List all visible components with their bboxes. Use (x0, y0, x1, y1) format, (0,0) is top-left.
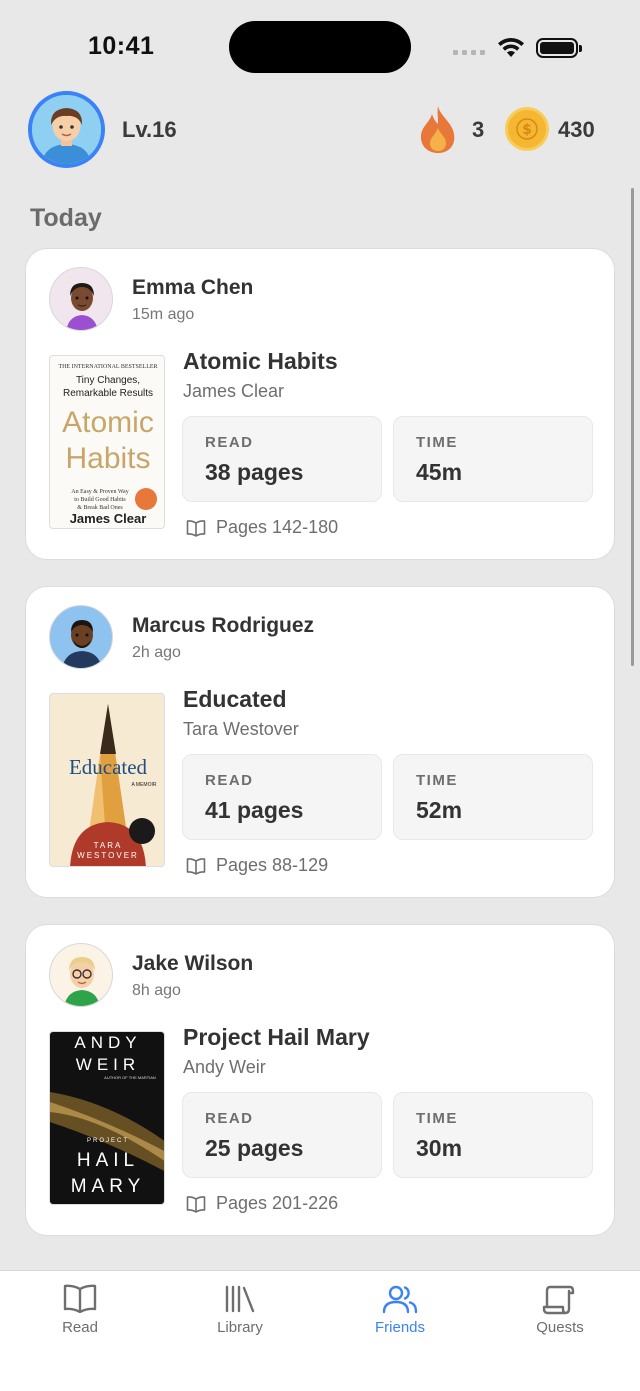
pages-read-value: 41 pages (205, 797, 304, 823)
tab-label: Read (62, 1319, 98, 1336)
reading-time-value: 30m (416, 1135, 463, 1161)
svg-text:WEIR: WEIR (76, 1055, 140, 1074)
friends-icon (382, 1285, 418, 1314)
svg-text:THE INTERNATIONAL BESTSELLER: THE INTERNATIONAL BESTSELLER (58, 364, 157, 370)
tab-label: Library (217, 1319, 263, 1336)
book-open-icon (186, 857, 206, 875)
page-range: Pages 88-129 (186, 855, 328, 876)
svg-text:Educated: Educated (69, 755, 148, 779)
user-level: Lv.16 (122, 117, 177, 142)
status-time: 10:41 (88, 32, 155, 60)
library-icon (225, 1285, 255, 1313)
svg-text:MARY: MARY (71, 1176, 146, 1197)
time-stat: TIME 52m (393, 754, 593, 840)
friend-avatar[interactable] (49, 943, 113, 1007)
svg-text:$: $ (522, 122, 532, 138)
book-author: Andy Weir (183, 1057, 266, 1077)
friend-name[interactable]: Marcus Rodriguez (132, 614, 314, 638)
stat-label: READ (205, 1110, 254, 1127)
page-range-text: Pages 88-129 (216, 855, 329, 875)
read-stat: READ 38 pages (182, 416, 382, 502)
page-range-text: Pages 142-180 (216, 517, 339, 537)
stat-label: TIME (416, 434, 458, 451)
book-title[interactable]: Educated (183, 686, 287, 713)
flame-icon (420, 106, 455, 153)
tab-bar: Read Library Friends Quests (0, 1270, 640, 1391)
page-range-text: Pages 201-226 (216, 1193, 339, 1213)
activity-card[interactable]: Marcus Rodriguez 2h ago Educated A MEMOI… (25, 586, 615, 898)
battery-icon (536, 38, 582, 58)
activity-card[interactable]: Jake Wilson 8h ago ANDY WEIR AUTHOR OF T… (25, 924, 615, 1236)
coin-icon: $ (505, 107, 549, 151)
svg-text:Habits: Habits (65, 442, 150, 475)
tab-friends[interactable]: Friends (340, 1283, 460, 1336)
svg-text:James Clear: James Clear (70, 511, 147, 526)
book-open-icon (186, 1195, 206, 1213)
friend-avatar[interactable] (49, 605, 113, 669)
book-author: Tara Westover (183, 719, 299, 739)
friend-name[interactable]: Emma Chen (132, 276, 253, 300)
stat-label: READ (205, 434, 254, 451)
user-avatar[interactable] (28, 91, 105, 168)
svg-text:ANDY: ANDY (74, 1033, 141, 1052)
streak-count: 3 (472, 117, 485, 142)
svg-text:AUTHOR OF THE MARTIAN: AUTHOR OF THE MARTIAN (104, 1075, 156, 1080)
read-stat: READ 41 pages (182, 754, 382, 840)
book-title[interactable]: Atomic Habits (183, 348, 338, 375)
time-stat: TIME 45m (393, 416, 593, 502)
book-cover[interactable]: THE INTERNATIONAL BESTSELLER Tiny Change… (49, 355, 165, 529)
activity-card[interactable]: Emma Chen 15m ago THE INTERNATIONAL BEST… (25, 248, 615, 560)
svg-text:TARA: TARA (94, 841, 123, 850)
activity-time: 15m ago (132, 306, 195, 323)
svg-text:A MEMOIR: A MEMOIR (131, 782, 156, 788)
tab-read[interactable]: Read (20, 1283, 140, 1336)
stat-label: READ (205, 772, 254, 789)
book-cover[interactable]: Educated A MEMOIR TARA WESTOVER (49, 693, 165, 867)
book-open-icon (186, 519, 206, 537)
page-range: Pages 201-226 (186, 1193, 338, 1214)
book-title[interactable]: Project Hail Mary (183, 1024, 370, 1051)
reading-time-value: 52m (416, 797, 463, 823)
svg-text:An Easy & Proven Way: An Easy & Proven Way (71, 489, 128, 495)
cellular-signal-icon (453, 50, 485, 55)
activity-time: 2h ago (132, 644, 181, 661)
svg-text:WESTOVER: WESTOVER (77, 851, 139, 860)
stat-label: TIME (416, 772, 458, 789)
wifi-icon (498, 37, 524, 57)
time-stat: TIME 30m (393, 1092, 593, 1178)
tab-label: Friends (374, 1319, 426, 1336)
tab-quests[interactable]: Quests (500, 1283, 620, 1336)
tab-library[interactable]: Library (180, 1283, 300, 1336)
svg-text:Remarkable Results: Remarkable Results (63, 388, 153, 399)
section-title-today: Today (30, 204, 102, 232)
svg-text:to Build Good Habits: to Build Good Habits (74, 497, 126, 503)
scrollbar[interactable] (631, 188, 634, 666)
coin-count: 430 (558, 117, 595, 142)
stat-label: TIME (416, 1110, 458, 1127)
activity-time: 8h ago (132, 982, 181, 999)
read-stat: READ 25 pages (182, 1092, 382, 1178)
scroll-icon (542, 1285, 575, 1315)
page-range: Pages 142-180 (186, 517, 338, 538)
book-author: James Clear (183, 381, 285, 401)
dynamic-island (229, 21, 411, 73)
status-bar: 10:41 (0, 0, 640, 90)
svg-text:HAIL: HAIL (77, 1150, 139, 1171)
svg-text:PROJECT: PROJECT (87, 1138, 129, 1144)
friend-name[interactable]: Jake Wilson (132, 952, 253, 976)
tab-label: Quests (536, 1319, 584, 1336)
svg-text:Tiny Changes,: Tiny Changes, (76, 375, 140, 386)
friend-avatar[interactable] (49, 267, 113, 331)
pages-read-value: 38 pages (205, 459, 304, 485)
profile-header: Lv.16 3 $ 430 (0, 90, 640, 170)
book-cover[interactable]: ANDY WEIR AUTHOR OF THE MARTIAN PROJECT … (49, 1031, 165, 1205)
pages-read-value: 25 pages (205, 1135, 304, 1161)
boy-avatar-icon (32, 95, 101, 164)
svg-text:Atomic: Atomic (62, 406, 154, 439)
book-open-icon (63, 1284, 97, 1314)
reading-time-value: 45m (416, 459, 463, 485)
